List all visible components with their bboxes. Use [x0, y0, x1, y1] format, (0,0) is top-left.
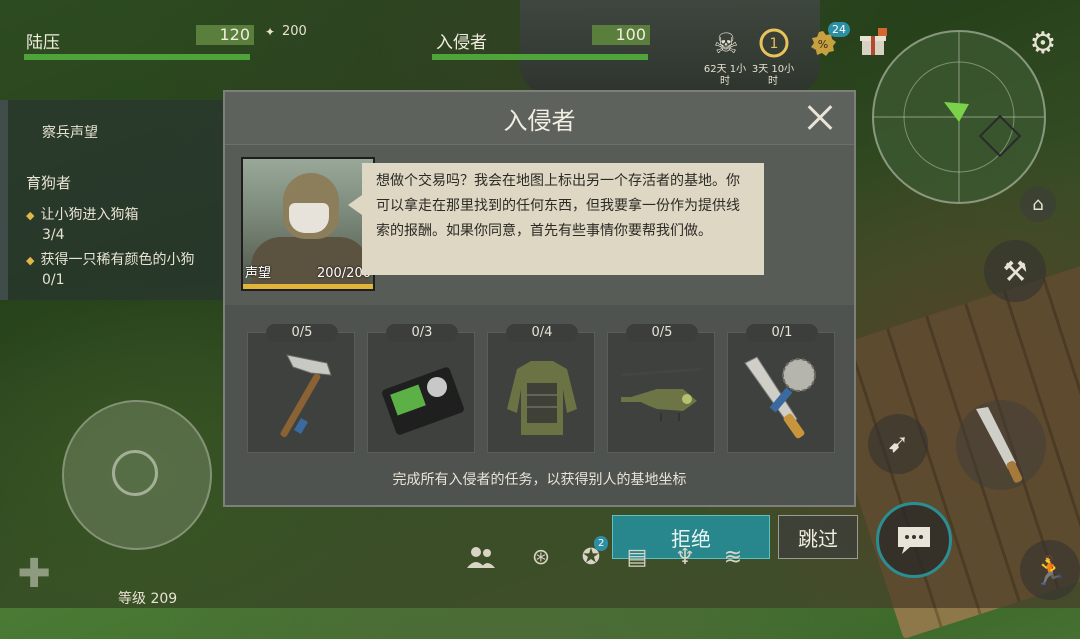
- quest-panel[interactable]: 察兵声望 育狗者 ◆ 让小狗进入狗箱 3/4 ◆ 获得一只稀有颜色的小狗 0/1: [0, 100, 233, 300]
- dialog-title: 入侵者: [503, 106, 576, 135]
- ammo-icon: ✦: [264, 25, 276, 39]
- svg-text:1: 1: [770, 36, 779, 52]
- gift-icon[interactable]: [856, 26, 890, 60]
- player-level: 等级 209: [118, 591, 178, 607]
- enemy-name: 入侵者: [436, 33, 487, 53]
- enemy-hp-value: 100: [592, 25, 650, 45]
- base-home-icon[interactable]: ⌂: [1020, 186, 1056, 222]
- task-progress: 0/5: [626, 324, 698, 342]
- task-slot[interactable]: 0/3: [367, 324, 475, 453]
- event-medal-icon[interactable]: ⊛: [524, 540, 558, 574]
- invader-dialog: 入侵者 声望 200/200 想做个交易吗？我会在地图上标出另一个存活者的基地。…: [223, 90, 856, 507]
- player-hp-value: 120: [196, 25, 254, 45]
- invader-portrait: 声望 200/200: [241, 157, 375, 291]
- armor-vest-icon: [507, 361, 577, 435]
- skull-mask-icon: [289, 203, 329, 233]
- dialogue-bubble: 想做个交易吗？我会在地图上标出另一个存活者的基地。你可以拿走在那里找到的任何东西…: [348, 163, 764, 275]
- svg-text:%: %: [818, 38, 828, 51]
- event-timer-1: 62天 1小时: [703, 64, 747, 87]
- quest-item-text: 获得一只稀有颜色的小狗: [40, 252, 195, 268]
- task-progress: 0/5: [266, 324, 338, 342]
- quest-item: ◆ 获得一只稀有颜色的小狗: [26, 249, 194, 269]
- offer-count-badge: 24: [828, 22, 850, 37]
- close-icon[interactable]: [802, 100, 838, 136]
- task-slot[interactable]: 0/5: [247, 324, 355, 453]
- reputation-bar: [243, 284, 373, 289]
- coins-icon[interactable]: ≋: [716, 540, 750, 574]
- task-list: 0/5 0/3 0/4 0/5 0/1: [245, 322, 845, 457]
- task-progress: 0/4: [506, 324, 578, 342]
- craft-tools-icon[interactable]: ⚒: [984, 240, 1046, 302]
- task-progress: 0/1: [746, 324, 818, 342]
- task-completion-note: 完成所有入侵者的任务，以获得别人的基地坐标: [392, 472, 687, 488]
- player-name: 陆压: [26, 33, 60, 53]
- saw-machete-icon: [744, 356, 816, 439]
- quest-section-title: 育狗者: [26, 174, 72, 192]
- minimap[interactable]: [872, 30, 1046, 204]
- quest-partial-line: 察兵声望: [42, 125, 98, 141]
- dialog-intro: 声望 200/200 想做个交易吗？我会在地图上标出另一个存活者的基地。你可以拿…: [225, 145, 854, 305]
- skull-icon[interactable]: ☠: [708, 26, 744, 60]
- reputation-label: 声望: [245, 266, 272, 281]
- diamond-bullet-icon: ◆: [26, 209, 35, 222]
- friends-icon[interactable]: [464, 540, 498, 574]
- task-slot[interactable]: 0/1: [727, 324, 835, 453]
- joystick-knob[interactable]: [112, 450, 158, 496]
- task-slot[interactable]: 0/4: [487, 324, 595, 453]
- enemy-hp-bar: [432, 54, 648, 60]
- quest-item-progress: 0/1: [42, 272, 65, 288]
- settings-gear-icon[interactable]: ⚙: [1026, 26, 1060, 61]
- task-slot[interactable]: 0/5: [607, 324, 715, 453]
- police-badge-icon: [382, 367, 464, 435]
- journal-icon[interactable]: ▤: [620, 540, 654, 574]
- sprint-icon[interactable]: 🏃: [1020, 540, 1080, 600]
- helicopter-icon: [620, 367, 704, 421]
- faction-icon[interactable]: ♆: [668, 540, 702, 574]
- player-hp-bar: [24, 54, 250, 60]
- hook-skill-icon[interactable]: ➹: [868, 414, 928, 474]
- machete-attack-icon[interactable]: [956, 400, 1046, 490]
- diamond-bullet-icon: ◆: [26, 254, 35, 267]
- task-progress: 0/3: [386, 324, 458, 342]
- quest-item-text: 让小狗进入狗箱: [40, 207, 139, 223]
- event-timer-2: 3天 10小时: [751, 64, 795, 87]
- skip-button[interactable]: 跳过: [778, 515, 858, 559]
- hammer-icon: [280, 354, 332, 438]
- chat-icon[interactable]: [876, 502, 952, 578]
- quest-item-progress: 3/4: [42, 227, 65, 243]
- quest-item: ◆ 让小狗进入狗箱: [26, 204, 138, 224]
- movement-joystick[interactable]: [62, 400, 212, 550]
- dialog-header: 入侵者: [225, 92, 854, 145]
- dpad-plus-icon[interactable]: ✚: [12, 551, 56, 597]
- ammo-count: 200: [282, 24, 307, 39]
- coin-event-icon[interactable]: 1: [756, 26, 792, 60]
